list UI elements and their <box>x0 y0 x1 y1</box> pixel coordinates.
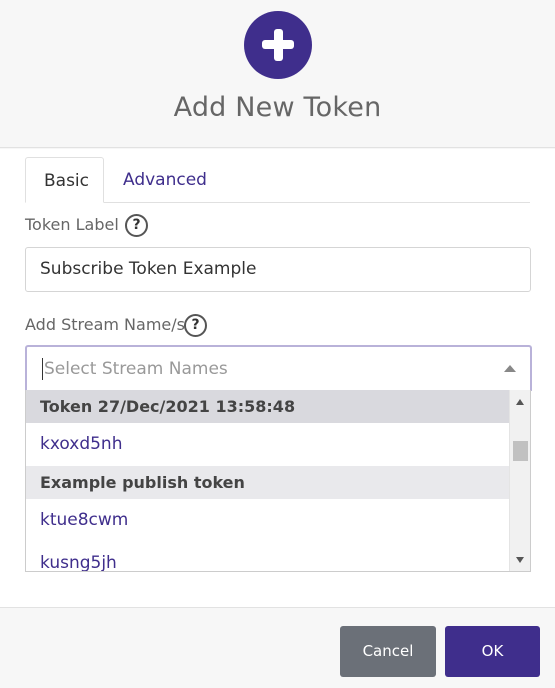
tab-advanced[interactable]: Advanced <box>105 157 225 203</box>
dropdown-group-header: Example publish token <box>26 466 510 499</box>
dropdown-list: Token 27/Dec/2021 13:58:48 kxoxd5nh Exam… <box>26 390 510 571</box>
stream-names-select[interactable]: Select Stream Names <box>25 345 532 391</box>
stream-names-help-icon[interactable]: ? <box>184 314 207 337</box>
dialog-title: Add New Token <box>173 92 382 123</box>
dialog-header: Add New Token <box>0 0 555 148</box>
dialog-footer: Cancel OK <box>0 607 555 688</box>
tab-basic[interactable]: Basic <box>25 157 104 203</box>
stream-names-dropdown: Token 27/Dec/2021 13:58:48 kxoxd5nh Exam… <box>25 390 531 572</box>
stream-names-placeholder: Select Stream Names <box>44 359 228 379</box>
add-token-icon <box>244 11 312 79</box>
ok-button[interactable]: OK <box>445 626 540 677</box>
token-label-input[interactable]: Subscribe Token Example <box>25 247 531 292</box>
cancel-button[interactable]: Cancel <box>340 626 436 677</box>
text-cursor <box>42 358 43 380</box>
dropdown-option[interactable]: kxoxd5nh <box>26 423 510 466</box>
chevron-up-icon[interactable] <box>504 365 516 372</box>
dropdown-scrollbar[interactable] <box>509 390 530 571</box>
scroll-down-icon[interactable] <box>516 557 524 563</box>
dropdown-option[interactable]: kusng5jh <box>26 542 510 571</box>
token-label-label: Token Label <box>25 215 119 234</box>
scroll-up-icon[interactable] <box>516 399 524 405</box>
dropdown-group-header: Token 27/Dec/2021 13:58:48 <box>26 390 510 423</box>
dropdown-option[interactable]: ktue8cwm <box>26 499 510 542</box>
stream-names-label: Add Stream Name/s <box>25 315 185 334</box>
dialog-body: Basic Advanced Token Label ? Subscribe T… <box>0 149 555 607</box>
scrollbar-thumb[interactable] <box>513 441 528 461</box>
token-label-help-icon[interactable]: ? <box>125 214 148 237</box>
tab-bar: Basic Advanced <box>25 157 530 203</box>
